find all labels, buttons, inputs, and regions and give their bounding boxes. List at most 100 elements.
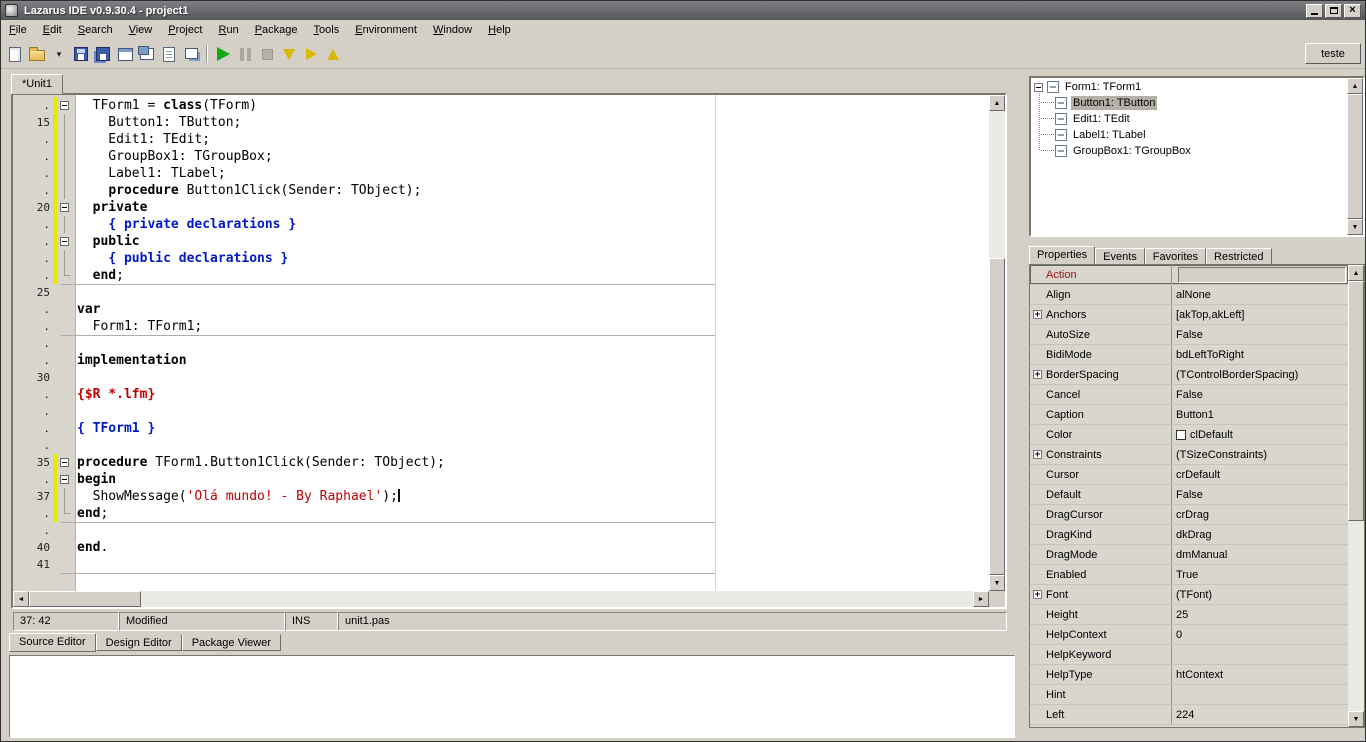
- vscroll-thumb[interactable]: [989, 258, 1005, 575]
- property-value-cell[interactable]: 0: [1172, 625, 1348, 644]
- new-unit-button[interactable]: [4, 43, 26, 65]
- property-value-cell[interactable]: (TSizeConstraints): [1172, 445, 1348, 464]
- view-tab-package-viewer[interactable]: Package Viewer: [181, 634, 281, 651]
- property-row-helpkeyword[interactable]: HelpKeyword: [1030, 645, 1348, 665]
- tree-node-edit1[interactable]: Edit1: TEdit: [1031, 111, 1347, 127]
- grid-scrollbar[interactable]: ▲ ▼: [1348, 265, 1364, 727]
- inspector-tab-properties[interactable]: Properties: [1029, 246, 1096, 265]
- fold-toggle-icon[interactable]: [60, 101, 69, 110]
- title-bar[interactable]: Lazarus IDE v0.9.30.4 - project1 ×: [1, 1, 1365, 20]
- code-line[interactable]: procedure Button1Click(Sender: TObject);: [77, 182, 989, 199]
- hscroll-thumb[interactable]: [29, 591, 141, 607]
- code-line[interactable]: end;: [77, 267, 989, 284]
- view-tab-source-editor[interactable]: Source Editor: [9, 633, 96, 652]
- scroll-down-icon[interactable]: ▼: [1348, 711, 1364, 727]
- property-row-dragcursor[interactable]: DragCursor crDrag: [1030, 505, 1348, 525]
- property-row-autosize[interactable]: AutoSize False: [1030, 325, 1348, 345]
- code-line[interactable]: private: [77, 199, 989, 216]
- property-value-cell[interactable]: (TControlBorderSpacing): [1172, 365, 1348, 384]
- property-value-cell[interactable]: (TFont): [1172, 585, 1348, 604]
- menu-window[interactable]: Window: [425, 22, 480, 38]
- code-line[interactable]: [77, 403, 989, 420]
- fold-toggle-icon[interactable]: [60, 475, 69, 484]
- code-line[interactable]: Edit1: TEdit;: [77, 131, 989, 148]
- messages-panel[interactable]: [9, 655, 1015, 738]
- code-line[interactable]: [77, 522, 989, 539]
- property-row-cancel[interactable]: Cancel False: [1030, 385, 1348, 405]
- code-line[interactable]: Button1: TButton;: [77, 114, 989, 131]
- property-value-cell[interactable]: dkDrag: [1172, 525, 1348, 544]
- fold-toggle-icon[interactable]: [60, 458, 69, 467]
- property-value-cell[interactable]: htContext: [1172, 665, 1348, 684]
- tree-node-groupbox1[interactable]: GroupBox1: TGroupBox: [1031, 143, 1347, 159]
- property-value-cell[interactable]: False: [1172, 485, 1348, 504]
- property-value-cell[interactable]: False: [1172, 325, 1348, 344]
- property-row-anchors[interactable]: + Anchors [akTop,akLeft]: [1030, 305, 1348, 325]
- code-line[interactable]: { public declarations }: [77, 250, 989, 267]
- save-all-button[interactable]: [92, 43, 114, 65]
- tree-node-button1[interactable]: Button1: TButton: [1031, 95, 1347, 111]
- editor-hscrollbar[interactable]: ◄ ►: [13, 591, 989, 607]
- code-line[interactable]: [77, 335, 989, 352]
- editor-tab-unit1[interactable]: *Unit1: [11, 74, 63, 94]
- pause-button[interactable]: [234, 43, 256, 65]
- property-row-bidimode[interactable]: BidiMode bdLeftToRight: [1030, 345, 1348, 365]
- code-line[interactable]: { private declarations }: [77, 216, 989, 233]
- property-row-helpcontext[interactable]: HelpContext 0: [1030, 625, 1348, 645]
- property-value-cell[interactable]: [1172, 265, 1348, 284]
- menu-file[interactable]: File: [1, 22, 35, 38]
- component-tree[interactable]: Form1: TForm1 Button1: TButton Edit1: TEdi…: [1029, 76, 1365, 237]
- code-line[interactable]: [77, 369, 989, 386]
- step-over-button[interactable]: [300, 43, 322, 65]
- tree-node-form1[interactable]: Form1: TForm1: [1031, 79, 1347, 95]
- property-value-cell[interactable]: [1172, 685, 1348, 704]
- scroll-up-icon[interactable]: ▲: [1348, 265, 1364, 281]
- code-line[interactable]: procedure TForm1.Button1Click(Sender: TO…: [77, 454, 989, 471]
- property-value-cell[interactable]: 224: [1172, 705, 1348, 724]
- inspector-tab-restricted[interactable]: Restricted: [1206, 248, 1272, 265]
- property-row-dragmode[interactable]: DragMode dmManual: [1030, 545, 1348, 565]
- code-line[interactable]: end;: [77, 505, 989, 522]
- open-file-button[interactable]: [26, 43, 48, 65]
- scroll-down-icon[interactable]: ▼: [989, 575, 1005, 591]
- property-row-caption[interactable]: Caption Button1: [1030, 405, 1348, 425]
- code-line[interactable]: [77, 556, 989, 573]
- tree-scroll-thumb[interactable]: [1347, 94, 1363, 219]
- property-row-font[interactable]: + Font (TFont): [1030, 585, 1348, 605]
- property-row-enabled[interactable]: Enabled True: [1030, 565, 1348, 585]
- editor-vscrollbar[interactable]: ▲ ▼: [989, 95, 1005, 591]
- code-line[interactable]: TForm1 = class(TForm): [77, 97, 989, 114]
- property-value-cell[interactable]: [1172, 645, 1348, 664]
- scroll-up-icon[interactable]: ▲: [1347, 78, 1363, 94]
- code-line[interactable]: GroupBox1: TGroupBox;: [77, 148, 989, 165]
- expand-icon[interactable]: +: [1033, 310, 1042, 320]
- property-value-cell[interactable]: 25: [1172, 605, 1348, 624]
- menu-tools[interactable]: Tools: [306, 22, 348, 38]
- property-row-height[interactable]: Height 25: [1030, 605, 1348, 625]
- property-row-align[interactable]: Align alNone: [1030, 285, 1348, 305]
- code-line[interactable]: [77, 437, 989, 454]
- restore-button[interactable]: [1325, 3, 1342, 18]
- property-value-editor[interactable]: [1178, 266, 1346, 283]
- tree-scrollbar[interactable]: ▲ ▼: [1347, 78, 1363, 235]
- fold-toggle-icon[interactable]: [60, 237, 69, 246]
- fold-toggle-icon[interactable]: [60, 203, 69, 212]
- source-editor[interactable]: . 15.... 20.... 25.... 30.... 35. 37.. 40 41 TFo…: [11, 93, 1007, 609]
- menu-package[interactable]: Package: [247, 22, 306, 38]
- expand-icon[interactable]: +: [1033, 370, 1042, 380]
- toggle-form-unit-button[interactable]: [136, 43, 158, 65]
- step-out-button[interactable]: [322, 43, 344, 65]
- scroll-left-icon[interactable]: ◄: [13, 591, 29, 607]
- inspector-tab-favorites[interactable]: Favorites: [1144, 248, 1207, 265]
- menu-view[interactable]: View: [121, 22, 161, 38]
- expand-icon[interactable]: +: [1033, 590, 1042, 600]
- code-line[interactable]: implementation: [77, 352, 989, 369]
- scroll-right-icon[interactable]: ►: [973, 591, 989, 607]
- menu-environment[interactable]: Environment: [347, 22, 425, 38]
- code-line[interactable]: [77, 284, 989, 301]
- code-line[interactable]: ShowMessage('Olá mundo! - By Raphael');: [77, 488, 989, 505]
- menu-edit[interactable]: Edit: [35, 22, 70, 38]
- inspector-tab-events[interactable]: Events: [1095, 248, 1145, 265]
- code-line[interactable]: end.: [77, 539, 989, 556]
- property-row-borderspacing[interactable]: + BorderSpacing (TControlBorderSpacing): [1030, 365, 1348, 385]
